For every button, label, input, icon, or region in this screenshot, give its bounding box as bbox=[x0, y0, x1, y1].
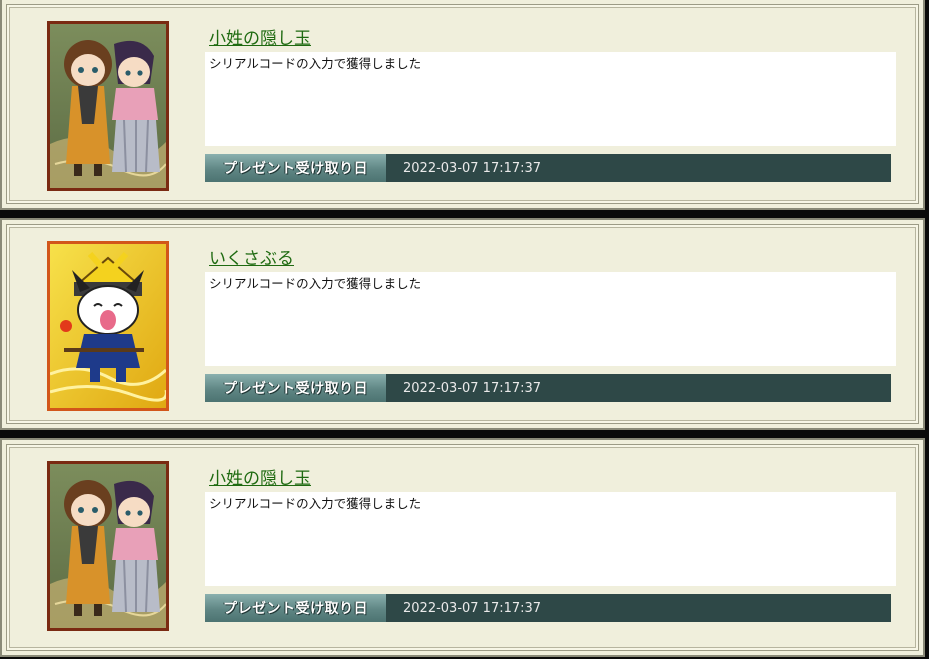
present-item-card: 小姓の隠し玉 シリアルコードの入力で獲得しました プレゼント受け取り日 2022… bbox=[0, 0, 925, 210]
item-message-box: シリアルコードの入力で獲得しました bbox=[205, 492, 896, 586]
received-date-value: 2022-03-07 17:17:37 bbox=[403, 600, 542, 616]
item-message-box: シリアルコードの入力で獲得しました bbox=[205, 52, 896, 146]
present-item-card: 小姓の隠し玉 シリアルコードの入力で獲得しました プレゼント受け取り日 2022… bbox=[0, 438, 925, 657]
received-date-value: 2022-03-07 17:17:37 bbox=[403, 380, 542, 396]
received-date-bar: プレゼント受け取り日 2022-03-07 17:17:37 bbox=[205, 154, 891, 182]
two-chibi-characters-image bbox=[50, 24, 166, 188]
received-date-label: プレゼント受け取り日 bbox=[205, 374, 386, 402]
present-item-card: いくさぶる シリアルコードの入力で獲得しました プレゼント受け取り日 2022-… bbox=[0, 218, 925, 430]
item-title-link[interactable]: いくさぶる bbox=[209, 244, 294, 269]
item-message: シリアルコードの入力で獲得しました bbox=[209, 496, 422, 511]
item-message: シリアルコードの入力で獲得しました bbox=[209, 276, 422, 291]
received-date-bar: プレゼント受け取り日 2022-03-07 17:17:37 bbox=[205, 374, 891, 402]
item-message: シリアルコードの入力で獲得しました bbox=[209, 56, 422, 71]
item-message-box: シリアルコードの入力で獲得しました bbox=[205, 272, 896, 366]
item-thumbnail bbox=[47, 21, 169, 191]
two-chibi-characters-image bbox=[50, 464, 166, 628]
item-title-link[interactable]: 小姓の隠し玉 bbox=[209, 24, 311, 49]
samurai-dog-mascot-image bbox=[50, 244, 166, 408]
item-thumbnail bbox=[47, 461, 169, 631]
received-date-value: 2022-03-07 17:17:37 bbox=[403, 160, 542, 176]
received-date-label: プレゼント受け取り日 bbox=[205, 594, 386, 622]
received-date-label: プレゼント受け取り日 bbox=[205, 154, 386, 182]
received-date-bar: プレゼント受け取り日 2022-03-07 17:17:37 bbox=[205, 594, 891, 622]
item-thumbnail bbox=[47, 241, 169, 411]
item-title-link[interactable]: 小姓の隠し玉 bbox=[209, 464, 311, 489]
